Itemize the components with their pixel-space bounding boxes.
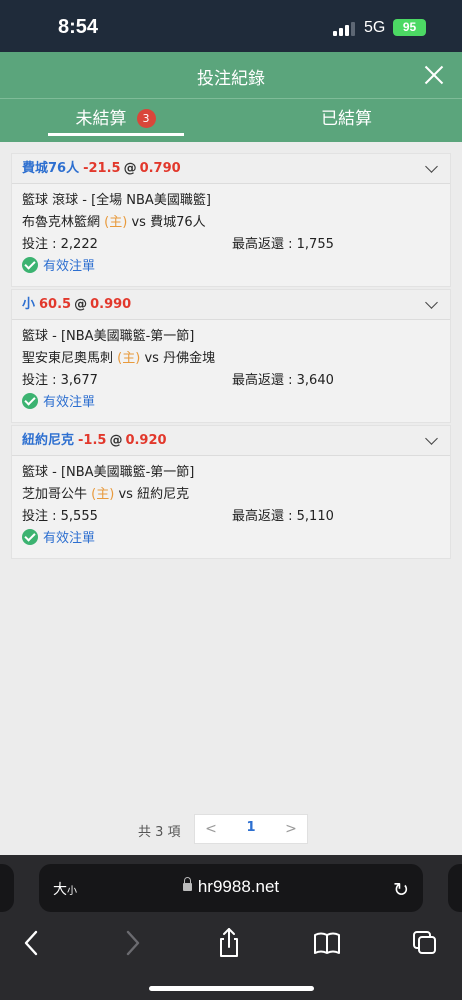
league-label: 籃球 - [NBA美國職籃-第一節] [22,329,195,344]
selection-line: 60.5 [39,297,72,312]
league-label: 籃球 滾球 - [全場 NBA美國職籃] [22,193,211,208]
prev-page-button[interactable]: < [204,821,218,837]
bet-status: 有效注單 [22,256,440,278]
bet-card: 小 60.5 @0.990 籃球 - [NBA美國職籃-第一節] 聖安東尼奧馬刺 (… [11,289,451,423]
stake-amount: 投注 : 3,677 [22,373,98,388]
bet-status: 有效注單 [22,528,440,550]
browser-toolbar [0,923,462,963]
selection-odds: 0.790 [139,161,181,176]
header: 投注紀錄 [0,52,462,98]
tab-settled-label: 已結算 [321,109,372,129]
close-icon[interactable] [422,63,446,87]
next-tab-peek[interactable] [448,864,462,912]
bet-card: 費城76人 -21.5 @0.790 籃球 滾球 - [全場 NBA美國職籃] 布魯… [11,153,451,287]
check-circle-icon [22,257,38,273]
chevron-down-icon[interactable] [425,432,438,445]
home-tag: (主) [91,487,115,502]
share-icon[interactable] [209,923,249,963]
amounts-row: 投注 : 5,555 最高返還 : 5,110 [22,506,440,528]
lock-icon [182,877,192,891]
max-return: 最高返還 : 1,755 [232,237,334,252]
previous-tab-peek[interactable] [0,864,14,912]
tabs-icon[interactable] [405,923,445,963]
bet-card-header[interactable]: 費城76人 -21.5 @0.790 [12,154,450,184]
bet-status: 有效注單 [22,392,440,414]
status-bar: 8:54 5G 95 [0,0,462,52]
address-bar[interactable]: 大小 hr9988.net ↻ [39,864,423,912]
active-tab-underline [48,133,184,136]
check-circle-icon [22,529,38,545]
selection-at: @ [74,297,88,312]
battery-icon: 95 [393,19,426,36]
selection-team: 費城76人 [22,161,80,176]
bet-card-body: 籃球 - [NBA美國職籃-第一節] 芝加哥公牛 (主) vs 紐約尼克 投注 … [12,456,450,558]
away-team: 費城76人 [150,215,206,230]
stake-amount: 投注 : 5,555 [22,509,98,524]
bet-card-header[interactable]: 小 60.5 @0.990 [12,290,450,320]
max-return: 最高返還 : 5,110 [232,509,334,524]
amounts-row: 投注 : 2,222 最高返還 : 1,755 [22,234,440,256]
away-team: 紐約尼克 [137,487,190,502]
forward-icon[interactable] [112,923,152,963]
bet-card: 紐約尼克 -1.5 @0.920 籃球 - [NBA美國職籃-第一節] 芝加哥公牛 … [11,425,451,559]
stake-amount: 投注 : 2,222 [22,237,98,252]
tab-unsettled-label: 未結算 [75,109,127,129]
home-team: 布魯克林籃網 [22,215,101,230]
bet-status-label: 有效注單 [43,395,96,410]
url-display[interactable]: hr9988.net [39,877,423,897]
vs-label: vs [131,215,146,230]
max-return: 最高返還 : 3,640 [232,373,334,388]
selection-at: @ [109,433,123,448]
chevron-down-icon[interactable] [425,296,438,309]
away-team: 丹佛金塊 [163,351,216,366]
home-tag: (主) [104,215,128,230]
vs-label: vs [144,351,159,366]
reload-icon[interactable]: ↻ [393,879,409,901]
bookmarks-icon[interactable] [307,923,347,963]
tab-settled[interactable]: 已結算 [231,99,462,143]
matchup: 芝加哥公牛 (主) vs 紐約尼克 [22,484,440,506]
status-time: 8:54 [58,16,99,38]
matchup: 聖安東尼奧馬刺 (主) vs 丹佛金塊 [22,348,440,370]
selection-odds: 0.920 [125,433,167,448]
home-team: 芝加哥公牛 [22,487,88,502]
signal-icon [333,22,357,36]
amounts-row: 投注 : 3,677 最高返還 : 3,640 [22,370,440,392]
page-1-button[interactable]: 1 [243,820,259,835]
chevron-down-icon[interactable] [425,160,438,173]
home-indicator [149,986,314,991]
selection-at: @ [123,161,137,176]
unsettled-count-badge: 3 [136,109,156,128]
league-label: 籃球 - [NBA美國職籃-第一節] [22,465,195,480]
selection-line: -1.5 [78,433,107,448]
browser-chrome: 大小 hr9988.net ↻ [0,855,462,1000]
home-team: 聖安東尼奧馬刺 [22,351,114,366]
next-page-button[interactable]: > [284,821,298,837]
url-text: hr9988.net [197,877,280,896]
home-tag: (主) [117,351,141,366]
bet-status-label: 有效注單 [43,531,96,546]
bet-card-header[interactable]: 紐約尼克 -1.5 @0.920 [12,426,450,456]
pagination-total: 共 3 項 [138,825,181,840]
bet-status-label: 有效注單 [43,259,96,274]
tabs: 未結算 3 已結算 [0,98,462,142]
pagination-controls: < 1 > [194,814,308,844]
pagination: 共 3 項 < 1 > [0,814,462,844]
matchup: 布魯克林籃網 (主) vs 費城76人 [22,212,440,234]
selection-line: -21.5 [83,161,121,176]
bet-card-body: 籃球 滾球 - [全場 NBA美國職籃] 布魯克林籃網 (主) vs 費城76人… [12,184,450,286]
bet-card-body: 籃球 - [NBA美國職籃-第一節] 聖安東尼奧馬刺 (主) vs 丹佛金塊 投… [12,320,450,422]
selection-team: 小 [22,297,36,312]
back-icon[interactable] [12,923,52,963]
tab-unsettled[interactable]: 未結算 3 [0,99,231,143]
selection-team: 紐約尼克 [22,433,75,448]
selection-odds: 0.990 [90,297,132,312]
vs-label: vs [118,487,133,502]
check-circle-icon [22,393,38,409]
page-title: 投注紀錄 [197,69,265,89]
network-label: 5G [364,19,386,36]
